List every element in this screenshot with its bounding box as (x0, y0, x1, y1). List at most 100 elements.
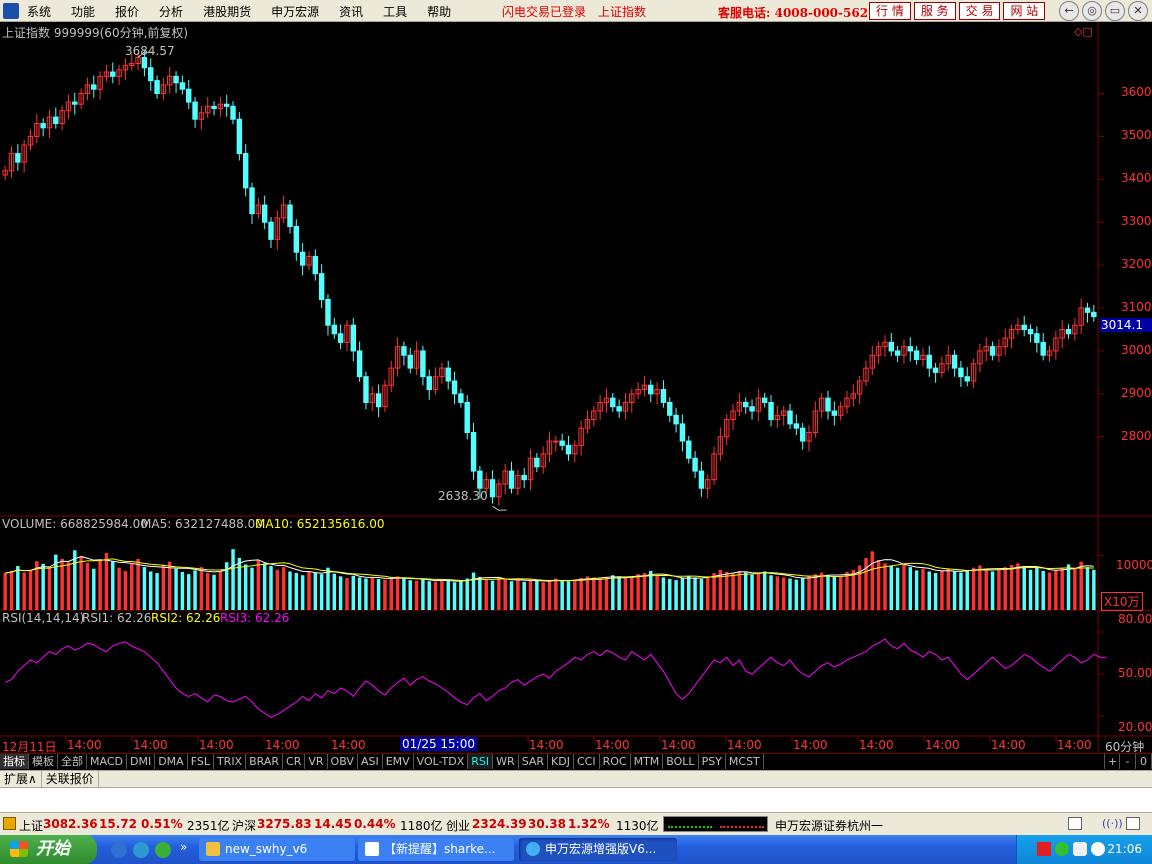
nav-trade-button[interactable]: 交 易 (958, 2, 1001, 20)
tab-psy[interactable]: PSY (699, 754, 726, 769)
tab-cci[interactable]: CCI (574, 754, 600, 769)
candle-body (1034, 333, 1040, 343)
candle-body (1027, 328, 1034, 335)
tab-kdj[interactable]: KDJ (548, 754, 574, 769)
candle-body (799, 427, 806, 442)
menu-swhy[interactable]: 申万宏源 (271, 3, 319, 20)
menu-help[interactable]: 帮助 (427, 3, 451, 20)
tray-status-icon[interactable] (1055, 842, 1069, 856)
start-button[interactable]: 开始 (0, 835, 97, 864)
time-tick-label: 14:00 (793, 738, 828, 752)
candlestick-chart[interactable] (0, 22, 1152, 752)
tab-boll[interactable]: BOLL (663, 754, 699, 769)
ie-icon[interactable] (111, 842, 127, 858)
time-cursor: 01/25 15:00 (400, 737, 477, 751)
index-ticker: 上证 3082.36 15.72 0.51% 2351亿 沪深 3275.83 … (0, 813, 1152, 835)
menu-function[interactable]: 功能 (71, 3, 95, 20)
hs-price: 3275.83 (257, 817, 312, 831)
tray-app-icon[interactable] (1037, 842, 1051, 856)
sh-price: 3082.36 (43, 817, 98, 831)
task-new-swhy[interactable]: new_swhy_v6 (199, 838, 355, 861)
lock-icon[interactable] (3, 817, 16, 830)
tab-sar[interactable]: SAR (519, 754, 549, 769)
candle-body (1065, 328, 1072, 335)
close-button[interactable]: ✕ (1128, 1, 1148, 21)
candle-body (451, 380, 458, 395)
more-icon[interactable]: » (180, 840, 187, 854)
task-swhy-v6[interactable]: 申万宏源增强版V6... (519, 838, 677, 861)
zoom-out-button[interactable]: - (1120, 754, 1136, 769)
nav-website-button[interactable]: 网 站 (1003, 2, 1046, 20)
candle-body (72, 101, 78, 105)
expand-button[interactable]: 扩展∧ (0, 771, 42, 787)
notepad-icon[interactable] (1068, 817, 1082, 830)
related-quotes-tab[interactable]: 关联报价 (42, 771, 99, 787)
cy-name[interactable]: 创业 (446, 817, 470, 834)
panel-resize-icon[interactable]: ◇□ (1074, 25, 1093, 38)
candle-body (888, 341, 895, 352)
menu-hk-futures[interactable]: 港股期货 (203, 3, 251, 20)
app-shortcut-icon[interactable] (155, 842, 171, 858)
tab-obv[interactable]: OBV (328, 754, 358, 769)
sh-name[interactable]: 上证 (19, 817, 43, 834)
menu-tools[interactable]: 工具 (383, 3, 407, 20)
tab-vr[interactable]: VR (305, 754, 328, 769)
time-tick-label: 14:00 (199, 738, 234, 752)
candle-body (186, 88, 192, 103)
window-icon (365, 842, 379, 856)
tab-all[interactable]: 全部 (58, 754, 87, 769)
tab-macd[interactable]: MACD (87, 754, 127, 769)
tab-asi[interactable]: ASI (358, 754, 383, 769)
indicator-tabs: 指标 模板 全部 MACD DMI DMA FSL TRIX BRAR CR VR OBV ASI EMV… (0, 753, 1152, 770)
extension-bar: 扩展∧ 关联报价 (0, 770, 1152, 787)
rsi-line (4, 631, 1107, 718)
back-icon[interactable]: ← (1059, 1, 1079, 21)
browser-icon[interactable] (133, 842, 149, 858)
volume-icon[interactable] (1091, 842, 1105, 856)
menu-news[interactable]: 资讯 (339, 3, 363, 20)
menu-analysis[interactable]: 分析 (159, 3, 183, 20)
menu-system[interactable]: 系统 (27, 3, 51, 20)
zoom-reset-button[interactable]: 0 (1136, 754, 1152, 769)
flash-trade-status[interactable]: 闪电交易已登录 (502, 3, 586, 20)
shield-icon[interactable] (1073, 842, 1087, 856)
tab-vol-tdx[interactable]: VOL-TDX (414, 754, 469, 769)
swhy-icon (526, 842, 540, 856)
tab-brar[interactable]: BRAR (246, 754, 284, 769)
tab-indicator[interactable]: 指标 (0, 754, 29, 769)
nav-market-button[interactable]: 行 情 (869, 2, 911, 20)
restore-button[interactable]: ▭ (1105, 1, 1125, 21)
tab-fsl[interactable]: FSL (188, 754, 214, 769)
settings-icon[interactable] (1126, 817, 1140, 830)
nav-service-button[interactable]: 服 务 (913, 2, 956, 20)
candle-body (989, 346, 996, 356)
menu-quote[interactable]: 报价 (115, 3, 139, 20)
chart-area[interactable]: 上证指数 999999(60分钟,前复权) 3684.57 2638.30 30… (0, 22, 1152, 754)
tab-wr[interactable]: WR (493, 754, 519, 769)
tab-rsi[interactable]: RSI (468, 754, 494, 769)
tab-cr[interactable]: CR (283, 754, 306, 769)
time-tick-label: 14:00 (991, 738, 1026, 752)
zoom-in-button[interactable]: + (1104, 754, 1120, 769)
candle-body (787, 410, 793, 425)
tab-roc[interactable]: ROC (600, 754, 631, 769)
candle-body (768, 401, 774, 421)
volume-ma10-label: MA10: 652135616.00 (255, 517, 385, 531)
cy-price: 2324.39 (472, 817, 527, 831)
rsi-tick-80: 80.00 (1118, 612, 1152, 626)
tab-dma[interactable]: DMA (155, 754, 188, 769)
tab-emv[interactable]: EMV (383, 754, 414, 769)
tab-mtm[interactable]: MTM (631, 754, 664, 769)
app-icon[interactable] (3, 3, 19, 19)
tab-mcst[interactable]: MCST (726, 754, 764, 769)
tab-dmi[interactable]: DMI (127, 754, 156, 769)
candle-body (211, 105, 217, 110)
tab-trix[interactable]: TRIX (214, 754, 247, 769)
task-reminder[interactable]: 【新提醒】sharke... (358, 838, 514, 861)
signal-icon[interactable]: ((·)) (1102, 817, 1123, 830)
candle-body (293, 226, 300, 253)
minimize-button[interactable]: ◎ (1082, 1, 1102, 21)
tab-template[interactable]: 模板 (29, 754, 58, 769)
hs-name[interactable]: 沪深 (232, 817, 256, 834)
nav-buttons: 行 情 服 务 交 易 网 站 (869, 2, 1048, 20)
